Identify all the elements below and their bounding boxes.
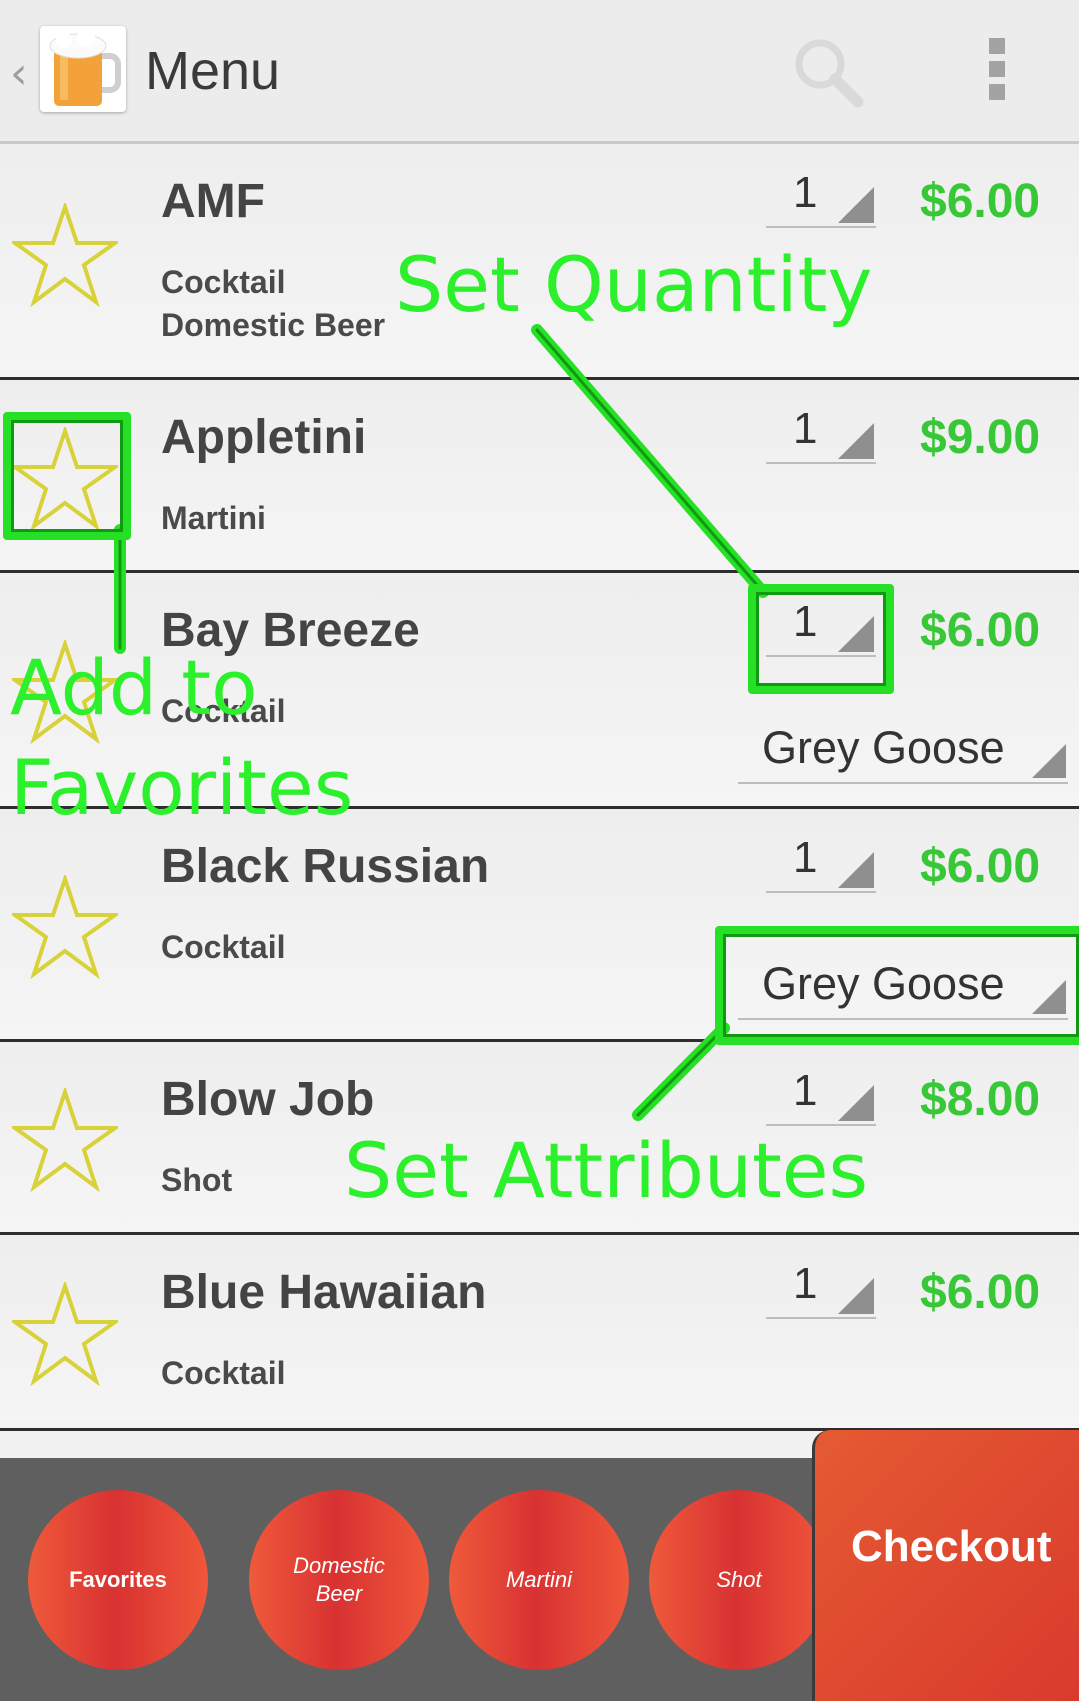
annotation-line: Add to [10, 643, 258, 732]
checkout-label: Checkout [851, 1522, 1052, 1571]
annotation-set-quantity: Set Quantity [395, 240, 873, 329]
favorites-highlight-box [3, 412, 131, 540]
filter-martini-button[interactable]: Martini [449, 1490, 629, 1670]
checkout-button[interactable]: Checkout [812, 1430, 1079, 1701]
annotation-add-to-favorites: Add to Favorites [10, 638, 353, 838]
filter-domestic-beer-button[interactable]: Domestic Beer [249, 1490, 429, 1670]
quantity-highlight-box [748, 584, 894, 694]
annotation-line: Favorites [10, 743, 354, 832]
filter-shot-button[interactable]: Shot [649, 1490, 829, 1670]
annotation-set-attributes: Set Attributes [344, 1126, 869, 1215]
filter-favorites-button[interactable]: Favorites [28, 1490, 208, 1670]
attributes-highlight-box [715, 926, 1079, 1045]
